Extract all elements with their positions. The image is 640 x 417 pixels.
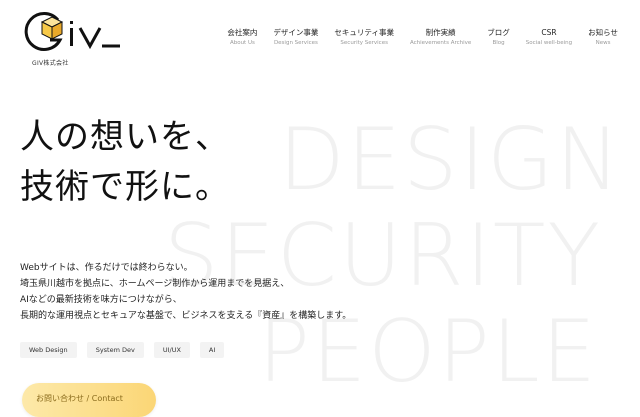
logo-caption: GIV株式会社 (32, 60, 69, 67)
nav-label-jp: セキュリティ事業 (334, 28, 394, 37)
tag-ui-ux: UI/UX (153, 342, 190, 358)
nav-item-design[interactable]: デザイン事業 Design Services (265, 28, 326, 48)
global-nav: 会社案内 About Us デザイン事業 Design Services セキュ… (219, 28, 626, 48)
logo-mark-icon (24, 12, 120, 51)
nav-label-en: Design Services (273, 40, 318, 46)
tag-web-design: Web Design (20, 342, 77, 358)
nav-label-jp: CSR (541, 28, 557, 37)
nav-label-en: News (595, 40, 611, 46)
nav-label-jp: ブログ (487, 28, 510, 37)
nav-item-works[interactable]: 制作実績 Achievements Archive (402, 28, 479, 48)
hero-title-line-2: 技術で形に。 (20, 167, 230, 207)
tag-system-dev: System Dev (86, 342, 144, 358)
description-line: AIなどの最新技術を味方につけながら、 (20, 295, 182, 305)
nav-item-security[interactable]: セキュリティ事業 Security Services (326, 28, 402, 48)
nav-label-jp: デザイン事業 (273, 28, 319, 37)
nav-label-jp: 会社案内 (227, 28, 258, 37)
nav-label-en: Security Services (340, 40, 388, 46)
nav-label-en: Social well-being (525, 40, 573, 46)
hero-description: Webサイトは、作るだけでは終わらない。 埼玉県川越市を拠点に、ホームページ制作… (20, 260, 351, 324)
nav-item-about[interactable]: 会社案内 About Us (219, 28, 265, 48)
contact-button-label: お問い合わせ / Contact (36, 394, 123, 403)
description-line: 埼玉県川越市を拠点に、ホームページ制作から運用までを見据え、 (20, 279, 290, 289)
company-logo[interactable]: GIV株式会社 (24, 8, 124, 70)
description-line: 長期的な運用視点とセキュアな基盤で、ビジネスを支える『資産』を構築します。 (20, 311, 352, 321)
hero-title: 人の想いを、 技術で形に。 (20, 112, 230, 212)
nav-label-en: About Us (229, 40, 255, 46)
nav-label-en: Achievements Archive (409, 40, 472, 46)
background-words: DESIGN SECURITY PEOPLE (160, 112, 630, 400)
nav-label-en: Blog (492, 40, 505, 46)
nav-label-jp: 制作実績 (425, 28, 456, 37)
description-line: Webサイトは、作るだけでは終わらない。 (20, 263, 193, 273)
contact-button[interactable]: お問い合わせ / Contact (22, 383, 156, 417)
tag-ai: AI (199, 342, 225, 358)
hero-title-line-1: 人の想いを、 (20, 117, 230, 157)
nav-label-jp: お知らせ (588, 28, 618, 37)
nav-item-news[interactable]: お知らせ News (580, 28, 626, 48)
nav-item-csr[interactable]: CSR Social well-being (518, 28, 580, 48)
nav-item-blog[interactable]: ブログ Blog (479, 28, 518, 48)
service-tags: Web Design System Dev UI/UX AI (20, 342, 225, 358)
